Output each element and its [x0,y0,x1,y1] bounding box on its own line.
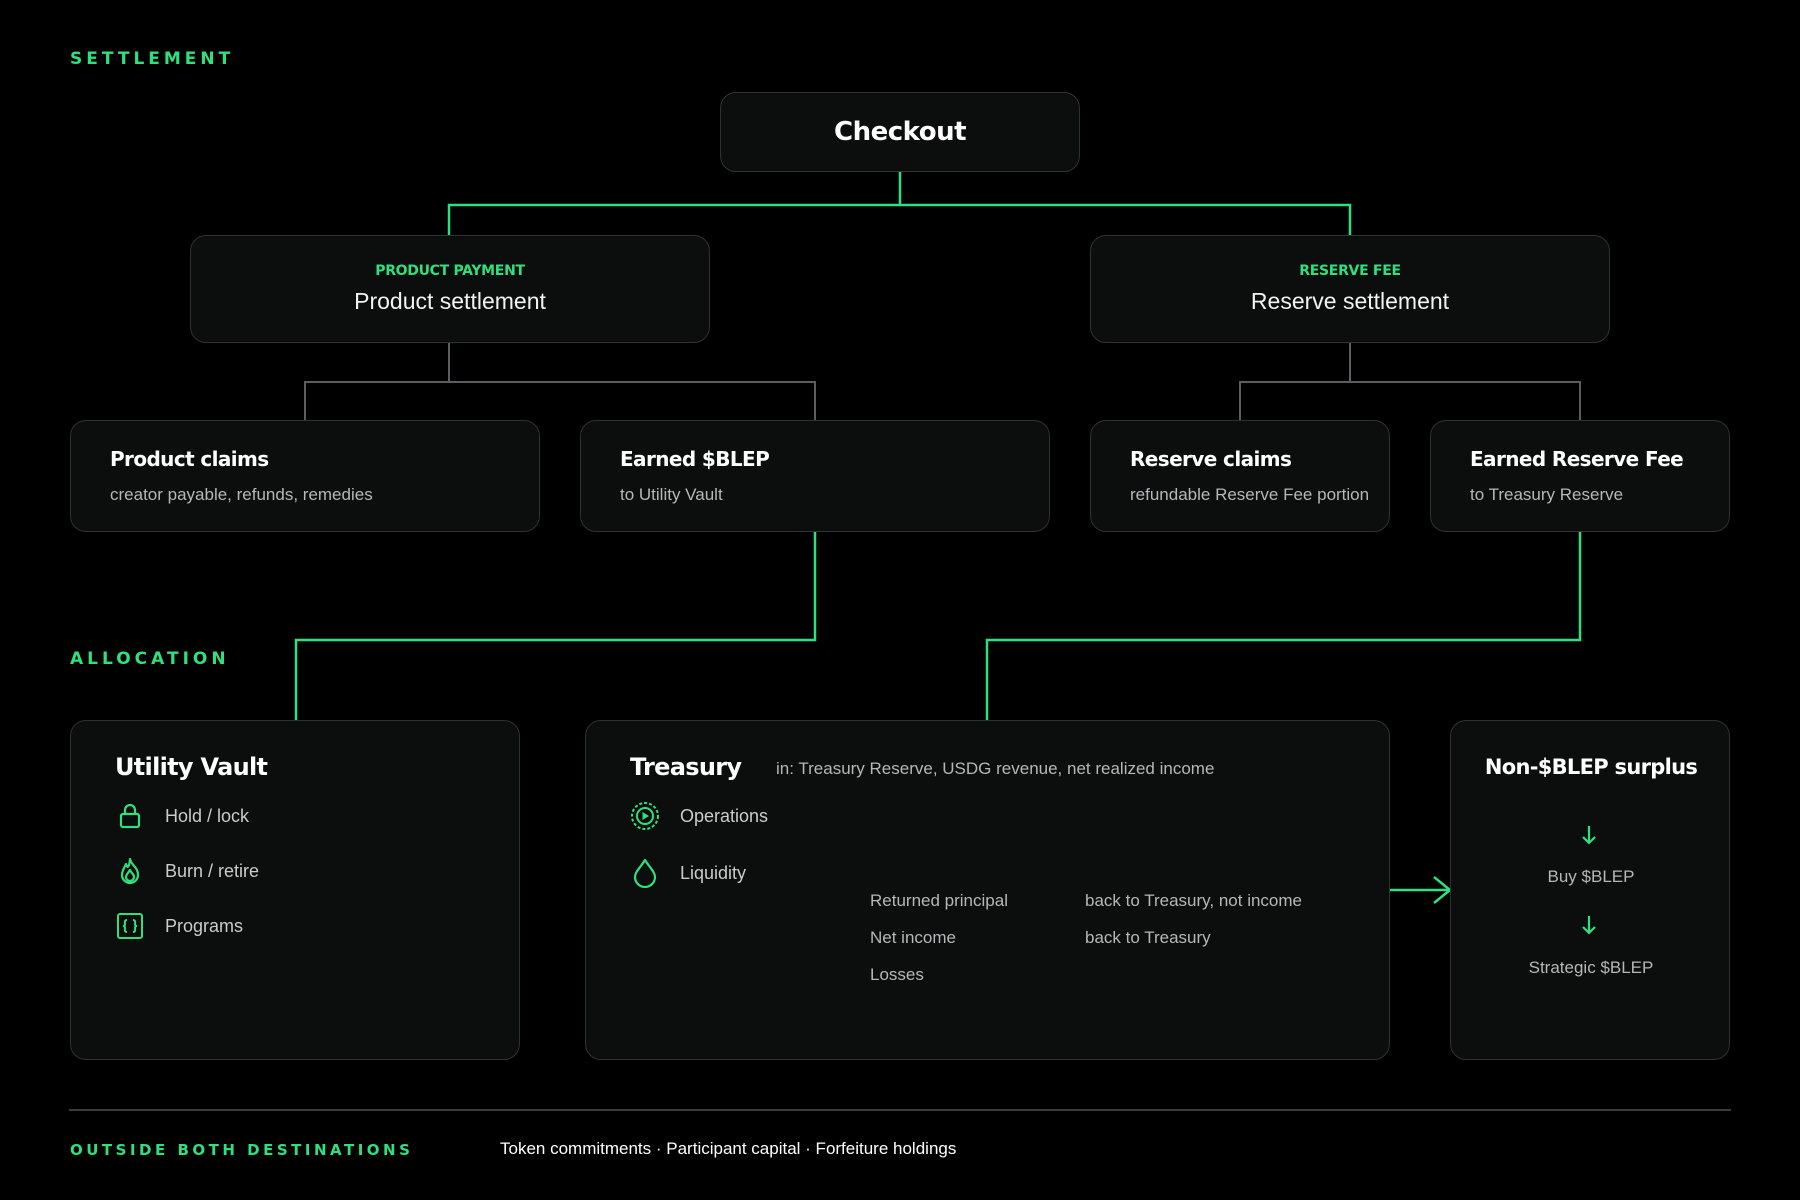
reserve-claims-title: Reserve claims [1130,447,1292,471]
treasury-node: Treasury in: Treasury Reserve, USDG reve… [585,720,1390,1060]
flame-icon [115,856,145,886]
section-label-outside: OUTSIDE BOTH DESTINATIONS [70,1141,414,1159]
earned-reserve-fee-node: Earned Reserve Fee to Treasury Reserve [1430,420,1730,532]
product-claims-title: Product claims [110,447,269,471]
utility-vault-title: Utility Vault [115,753,268,781]
vault-item-label: Programs [165,915,244,936]
treasury-operations: Operations [630,801,768,831]
vault-item-label: Hold / lock [165,805,250,826]
lock-icon [115,801,145,831]
surplus-title: Non-$BLEP surplus [1484,755,1698,779]
utility-vault-node: Utility Vault Hold / lock Burn / retire … [70,720,520,1060]
product-settlement-node: PRODUCT PAYMENT Product settlement [190,235,710,343]
surplus-step-strategic: Strategic $BLEP [1528,958,1654,977]
outcome-returned-principal-note: back to Treasury, not income [1085,891,1303,910]
drop-icon [630,858,660,888]
section-label-allocation: ALLOCATION [70,649,230,669]
reserve-settlement-title: Reserve settlement [1250,288,1450,314]
earned-reserve-fee-subtitle: to Treasury Reserve [1470,485,1624,504]
product-settlement-title: Product settlement [354,288,546,314]
product-claims-subtitle: creator payable, refunds, remedies [110,485,373,504]
earned-fee-to-treasury-connector [985,531,1582,722]
checkout-node: Checkout [720,92,1080,172]
outcome-losses: Losses [870,965,924,984]
product-settlement-split-connector [304,343,816,420]
treasury-inflows: in: Treasury Reserve, USDG revenue, net … [776,759,1215,778]
reserve-claims-subtitle: refundable Reserve Fee portion [1130,485,1370,504]
vault-item-programs: Programs [115,911,243,941]
reserve-settlement-split-connector [1239,343,1581,420]
earned-blep-to-vault-connector [294,531,817,722]
earned-blep-subtitle: to Utility Vault [620,485,723,504]
surplus-node: Non-$BLEP surplus Buy $BLEP Strategic $B… [1450,720,1730,1060]
section-label-settlement: SETTLEMENT [70,49,235,69]
earned-blep-title: Earned $BLEP [620,447,770,471]
outcome-net-income-note: back to Treasury [1085,928,1211,947]
outcome-returned-principal: Returned principal [870,891,1008,910]
liquidity-label: Liquidity [680,862,747,883]
earned-blep-node: Earned $BLEP to Utility Vault [580,420,1050,532]
product-payment-tag: PRODUCT PAYMENT [375,263,525,279]
treasury-to-surplus-arrow [1390,876,1452,904]
earned-reserve-fee-title: Earned Reserve Fee [1470,447,1684,471]
checkout-title: Checkout [833,117,967,147]
treasury-liquidity: Liquidity [630,858,746,888]
checkout-to-settlements-connector [447,171,1352,240]
vault-item-label: Burn / retire [165,860,260,881]
braces-icon [115,911,145,941]
footer-items: Token commitments · Participant capital … [500,1139,957,1158]
treasury-title: Treasury [630,753,742,781]
reserve-fee-tag: RESERVE FEE [1299,263,1401,279]
product-claims-node: Product claims creator payable, refunds,… [70,420,540,532]
reserve-claims-node: Reserve claims refundable Reserve Fee po… [1090,420,1390,532]
arrow-down-icon [1577,823,1601,852]
arrow-down-icon [1577,913,1601,942]
reserve-settlement-node: RESERVE FEE Reserve settlement [1090,235,1610,343]
operations-label: Operations [680,805,769,826]
footer-divider [69,1109,1731,1111]
operations-icon [630,801,660,831]
surplus-step-buy: Buy $BLEP [1547,867,1635,886]
vault-item-burn-retire: Burn / retire [115,856,259,886]
vault-item-hold-lock: Hold / lock [115,801,249,831]
outcome-net-income: Net income [870,928,956,947]
